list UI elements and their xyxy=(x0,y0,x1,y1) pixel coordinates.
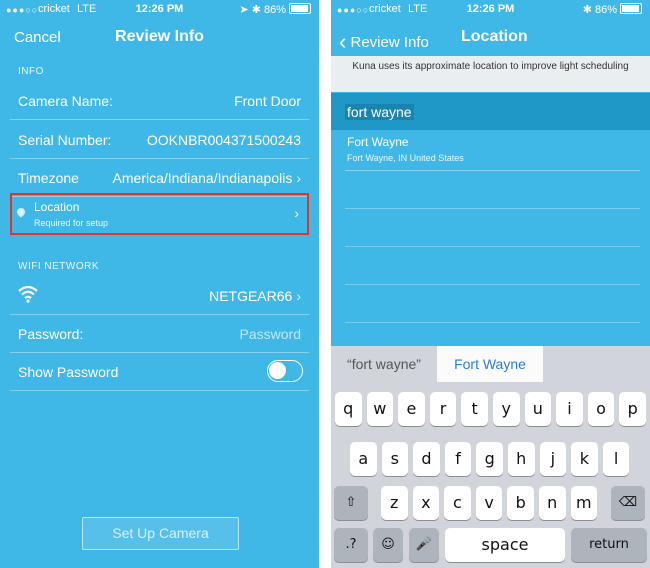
search-result-item[interactable]: Fort Wayne Fort Wayne, IN United States xyxy=(345,132,640,171)
key-w[interactable]: w xyxy=(366,392,394,426)
chevron-left-icon: ‹ xyxy=(339,29,347,54)
list-divider xyxy=(345,208,640,209)
wifi-network-name: NETGEAR66 xyxy=(209,288,293,304)
keyboard: “fort wayne” Fort Wayne qwertyuiop asdfgh… xyxy=(331,346,650,568)
location-label: Location xyxy=(34,200,80,214)
chevron-right-icon: › xyxy=(296,288,301,304)
key-n[interactable]: n xyxy=(539,486,566,520)
key-u[interactable]: u xyxy=(524,392,552,426)
key-b[interactable]: b xyxy=(507,486,534,520)
password-label: Password: xyxy=(18,326,84,342)
camera-name-label: Camera Name: xyxy=(18,93,113,109)
result-subtitle: Fort Wayne, IN United States xyxy=(347,153,464,163)
camera-name-value: Front Door xyxy=(234,93,301,109)
key-f[interactable]: f xyxy=(444,442,472,476)
battery-status: ✱ 86% xyxy=(583,3,642,16)
key-a[interactable]: a xyxy=(350,442,377,476)
toggle-knob xyxy=(269,362,286,379)
serial-number-label: Serial Number: xyxy=(18,132,112,148)
location-search-screen: ●●●○○ cricket LTE 12:26 PM ✱ 86% ‹ Revie… xyxy=(331,0,650,568)
battery-status: ➤ ✱ 86% xyxy=(239,3,311,16)
serial-number-value: OOKNBR004371500243 xyxy=(146,132,301,148)
space-key[interactable]: space xyxy=(445,528,565,562)
list-divider xyxy=(345,284,640,285)
show-password-row: Show Password xyxy=(10,352,309,391)
review-info-screen: ●●●○○ cricket LTE 12:26 PM ➤ ✱ 86% Cance… xyxy=(0,0,319,568)
wifi-network-row[interactable]: NETGEAR66 › xyxy=(10,276,309,315)
key-y[interactable]: y xyxy=(493,392,520,426)
location-search-input[interactable]: fort wayne xyxy=(345,104,414,120)
key-e[interactable]: e xyxy=(398,392,425,426)
wifi-section-header: WIFI NETWORK xyxy=(18,261,99,272)
delete-key[interactable]: ⌫ xyxy=(611,486,645,520)
location-info-banner: Kuna uses its approximate location to im… xyxy=(331,56,650,92)
battery-icon xyxy=(620,3,642,14)
show-password-label: Show Password xyxy=(18,364,119,380)
key-v[interactable]: v xyxy=(475,486,503,520)
key-g[interactable]: g xyxy=(476,442,503,476)
back-button[interactable]: ‹ Review Info xyxy=(339,29,429,55)
serial-number-row: Serial Number: OOKNBR004371500243 xyxy=(10,120,309,159)
key-d[interactable]: d xyxy=(413,442,440,476)
key-l[interactable]: l xyxy=(602,442,630,476)
status-bar: ●●●○○ cricket LTE 12:26 PM ✱ 86% xyxy=(331,0,650,20)
key-x[interactable]: x xyxy=(412,486,440,520)
location-row[interactable]: Location Required for setup › xyxy=(10,193,309,235)
key-t[interactable]: t xyxy=(461,392,488,426)
shift-key[interactable]: ⇧ xyxy=(334,486,368,520)
nav-bar: Cancel Review Info xyxy=(0,20,319,54)
location-required-note: Required for setup xyxy=(34,218,109,228)
key-k[interactable]: k xyxy=(571,442,598,476)
mic-icon[interactable]: 🎤 xyxy=(409,528,439,562)
suggestion-autocorrect[interactable]: Fort Wayne xyxy=(437,346,543,382)
wifi-network-value-group: NETGEAR66 › xyxy=(209,288,301,304)
timezone-label: Timezone xyxy=(18,170,79,186)
page-title: Location xyxy=(461,28,528,45)
predictive-bar: “fort wayne” Fort Wayne xyxy=(331,346,650,382)
result-title: Fort Wayne xyxy=(347,135,409,149)
battery-percent: 86% xyxy=(594,4,617,16)
info-section-header: INFO xyxy=(18,66,44,77)
key-c[interactable]: c xyxy=(444,486,471,520)
back-label: Review Info xyxy=(350,34,429,51)
status-bar: ●●●○○ cricket LTE 12:26 PM ➤ ✱ 86% xyxy=(0,0,319,20)
wifi-icon xyxy=(18,285,38,303)
timezone-value: America/Indiana/Indianapolis xyxy=(112,170,293,186)
nav-bar: ‹ Review Info Location xyxy=(331,20,650,54)
key-m[interactable]: m xyxy=(570,486,598,520)
show-password-toggle[interactable] xyxy=(267,360,303,382)
numbers-key[interactable]: .?123 xyxy=(334,528,368,562)
key-s[interactable]: s xyxy=(381,442,409,476)
key-p[interactable]: p xyxy=(619,392,646,426)
key-q[interactable]: q xyxy=(335,392,362,426)
emoji-key[interactable]: ☺ xyxy=(373,528,403,562)
chevron-right-icon: › xyxy=(296,170,301,186)
location-pin-icon xyxy=(15,206,27,218)
password-field[interactable]: Password xyxy=(240,326,301,342)
timezone-value-group: America/Indiana/Indianapolis › xyxy=(113,170,301,186)
set-up-camera-button[interactable]: Set Up Camera xyxy=(82,517,239,550)
key-z[interactable]: z xyxy=(381,486,408,520)
chevron-right-icon: › xyxy=(294,205,299,221)
suggestion-literal[interactable]: “fort wayne” xyxy=(331,346,437,382)
battery-percent: 86% xyxy=(263,4,286,16)
password-row[interactable]: Password: Password xyxy=(10,314,309,353)
page-title: Review Info xyxy=(115,28,204,45)
key-r[interactable]: r xyxy=(429,392,457,426)
timezone-row[interactable]: Timezone America/Indiana/Indianapolis › xyxy=(10,158,309,197)
list-divider xyxy=(345,322,640,323)
camera-name-row[interactable]: Camera Name: Front Door xyxy=(10,81,309,120)
key-i[interactable]: i xyxy=(556,392,583,426)
key-j[interactable]: j xyxy=(539,442,567,476)
return-key[interactable]: return xyxy=(571,528,647,562)
location-search-bar[interactable]: fort wayne xyxy=(331,93,650,130)
key-h[interactable]: h xyxy=(508,442,535,476)
key-o[interactable]: o xyxy=(587,392,615,426)
list-divider xyxy=(345,246,640,247)
battery-icon xyxy=(289,3,311,14)
